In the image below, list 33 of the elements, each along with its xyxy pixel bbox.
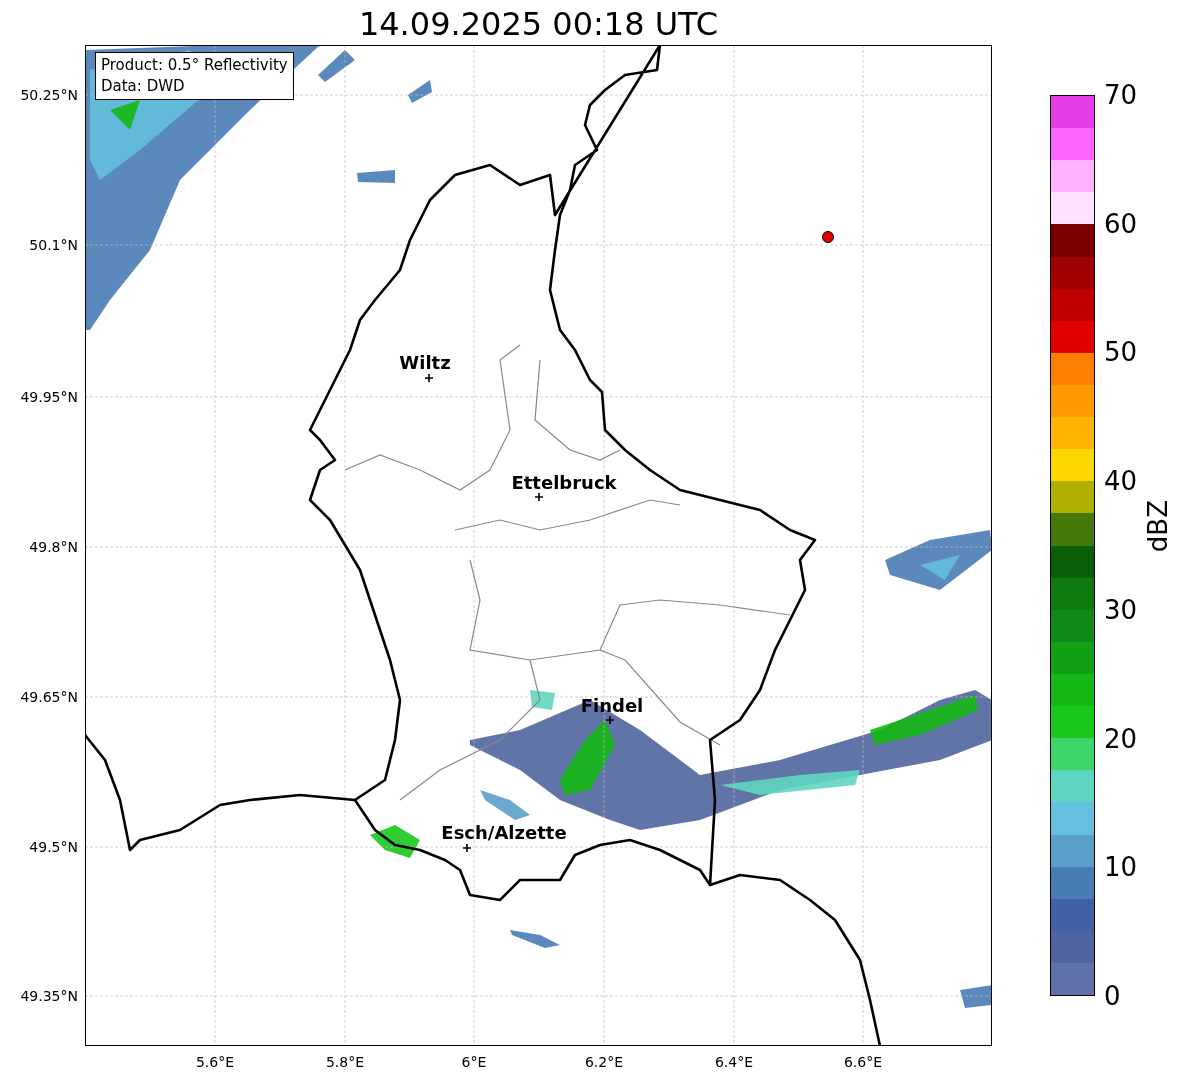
city-marker-icon [462,843,472,853]
colorbar-tick-label: 50 [1104,336,1138,369]
longitude-label: 6.6°E [842,1053,884,1071]
latitude-label: 49.5°N [29,838,78,856]
radar-site-marker [822,231,834,243]
longitude-label: 5.8°E [324,1053,366,1071]
latitude-label: 50.1°N [29,236,78,254]
colorbar-tick-label: 10 [1104,851,1138,884]
latitude-label: 49.95°N [20,388,78,406]
latitude-label: 49.35°N [20,987,78,1005]
colorbar-label: dBZ [1142,500,1174,553]
colorbar-tick-label: 0 [1104,980,1121,1012]
latitude-label: 49.65°N [20,688,78,706]
colorbar-tick-label: 20 [1104,722,1138,755]
city-marker-icon [424,373,434,383]
longitude-label: 5.6°E [194,1053,236,1071]
city-marker-icon [534,492,544,502]
colorbar-tick-label: 40 [1104,465,1138,498]
info-text: Data: DWD [101,76,186,97]
info-text: Product: 0.5° Reflectivity [101,55,288,76]
city-label: Ettelbruck [510,471,618,495]
longitude-label: 6.2°E [583,1053,625,1071]
latitude-label: 50.25°N [20,86,78,104]
longitude-label: 6°E [460,1053,488,1071]
figure-title: 14.09.2025 00:18 UTC [357,4,720,44]
city-marker-icon [605,715,615,725]
city-label: Wiltz [398,351,452,375]
colorbar-tick-label: 60 [1104,207,1138,240]
city-label: Esch/Alzette [440,821,568,845]
colorbar-tick-label: 70 [1104,79,1138,111]
colorbar-tick-label: 30 [1104,593,1138,626]
latitude-label: 49.8°N [29,538,78,556]
longitude-label: 6.4°E [713,1053,755,1071]
